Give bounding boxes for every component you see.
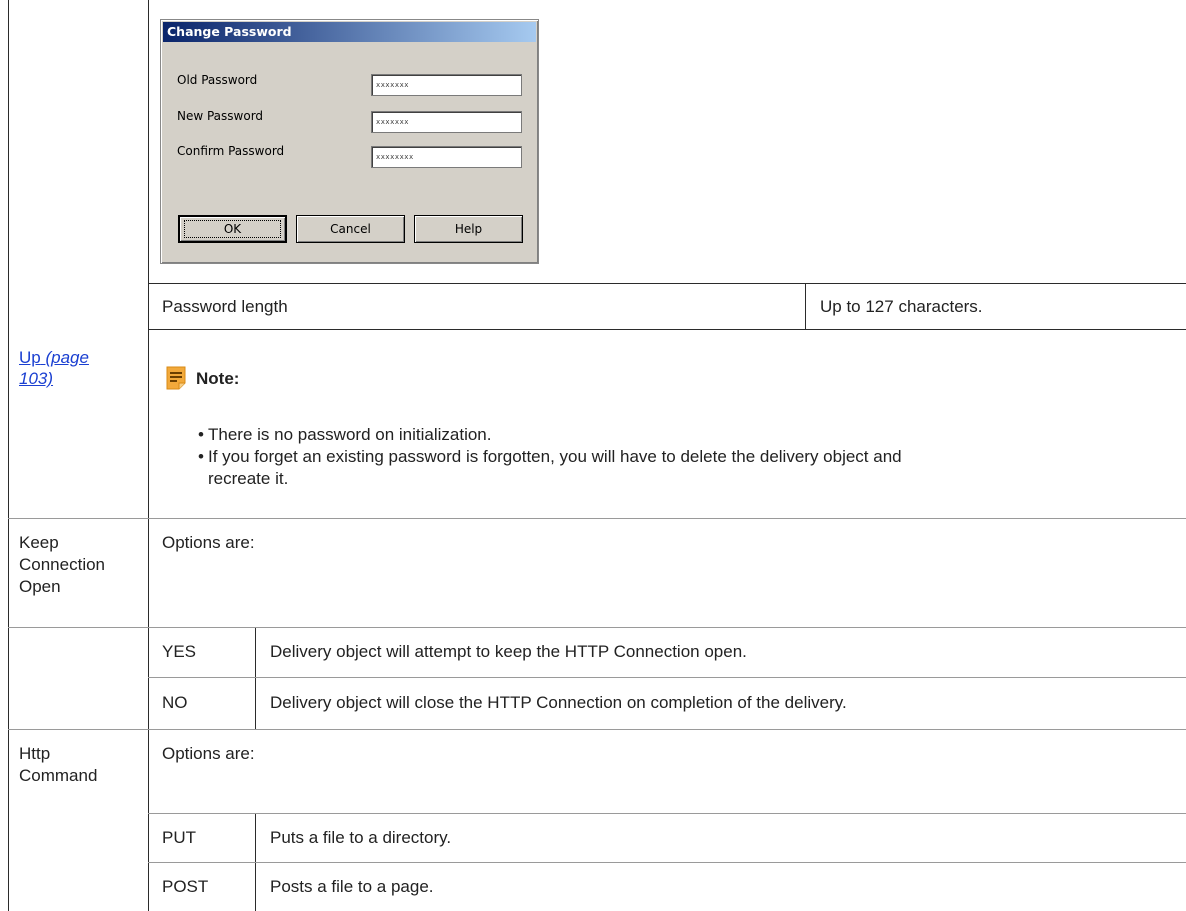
up-link-page-ref[interactable]: 103) [19, 369, 53, 388]
http-command-intro: Options are: [162, 744, 255, 763]
option-desc-put: Puts a file to a directory. [270, 828, 452, 847]
list-item: • There is no password on initialization. [198, 425, 492, 444]
http-command-label: Http Command [19, 744, 98, 785]
row-divider [148, 813, 1186, 814]
up-link[interactable]: Up (page 103) [19, 347, 89, 389]
keep-connection-label: Keep Connection Open [19, 533, 106, 596]
change-password-dialog: Change Password Old Password xxxxxxx New… [160, 19, 539, 264]
focus-ring [184, 220, 281, 238]
confirm-password-field[interactable]: xxxxxxxx [371, 146, 522, 168]
row-divider [148, 862, 1186, 863]
row-divider [8, 729, 1186, 730]
option-desc-no: Delivery object will close the HTTP Conn… [270, 693, 847, 712]
row-divider [148, 677, 1186, 678]
old-password-label: Old Password [177, 73, 258, 87]
row-divider [148, 329, 1186, 330]
column-divider-value [805, 283, 806, 330]
column-divider [148, 0, 149, 911]
cancel-button[interactable]: Cancel [296, 215, 405, 243]
password-length-label: Password length [162, 297, 288, 316]
list-item: • If you forget an existing password is f… [198, 447, 902, 466]
bullet-dot: • [198, 447, 204, 466]
list-item-continuation: recreate it. [208, 469, 289, 488]
ok-button[interactable]: OK [178, 215, 287, 243]
help-button[interactable]: Help [414, 215, 523, 243]
option-desc-post: Posts a file to a page. [270, 877, 434, 896]
column-divider-option [255, 628, 256, 730]
option-key-put: PUT [162, 828, 196, 847]
option-key-no: NO [162, 693, 188, 712]
note-bullets: • There is no password on initialization.… [198, 424, 1168, 490]
left-border [8, 0, 9, 911]
note-icon [166, 366, 186, 390]
row-divider [148, 283, 1186, 284]
up-link-text[interactable]: Up (page [19, 348, 89, 367]
cancel-button-label: Cancel [330, 222, 371, 236]
keep-connection-intro: Options are: [162, 533, 255, 552]
dialog-title: Change Password [163, 22, 536, 42]
row-divider [8, 518, 1186, 519]
new-password-field[interactable]: xxxxxxx [371, 111, 522, 133]
bullet-dot: • [198, 425, 204, 444]
old-password-field[interactable]: xxxxxxx [371, 74, 522, 96]
option-desc-yes: Delivery object will attempt to keep the… [270, 642, 747, 661]
password-length-value: Up to 127 characters. [820, 297, 983, 316]
note-title: Note: [196, 369, 240, 388]
option-key-yes: YES [162, 642, 197, 661]
option-key-post: POST [162, 877, 209, 896]
new-password-label: New Password [177, 109, 264, 123]
confirm-password-label: Confirm Password [177, 144, 285, 158]
row-divider [8, 627, 1186, 628]
help-button-label: Help [454, 222, 483, 236]
